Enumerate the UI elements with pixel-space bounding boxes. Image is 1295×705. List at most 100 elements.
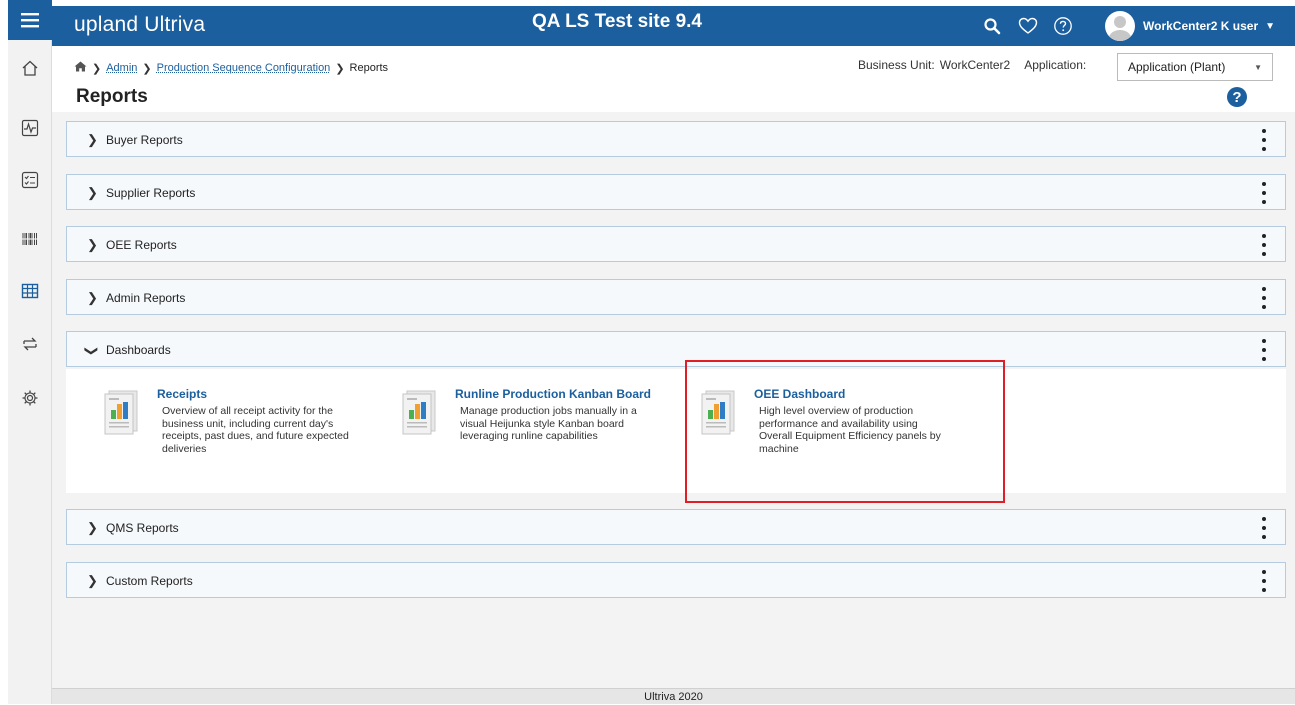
dashboard-title[interactable]: Runline Production Kanban Board (455, 387, 651, 401)
dashboard-card-receipts[interactable]: Receipts Overview of all receipt activit… (101, 387, 391, 477)
dashboard-description: Overview of all receipt activity for the… (162, 405, 372, 455)
top-header-bar: upland Ultriva QA LS Test site 9.4 WorkC… (52, 6, 1295, 46)
settings-gear-icon (22, 390, 38, 406)
description-line: visual Heijunka style Kanban board (460, 417, 625, 430)
barcode-icon (22, 233, 38, 245)
section-qms-reports[interactable]: ❯ QMS Reports (66, 509, 1286, 545)
description-line: business unit, including current day's (162, 417, 334, 430)
chevron-right-icon: ❯ (87, 290, 98, 305)
chevron-down-icon: ❯ (84, 345, 100, 357)
page-title: Reports (76, 86, 148, 107)
kebab-menu-icon[interactable] (1261, 517, 1267, 539)
business-unit-label: Business Unit: (858, 58, 935, 72)
exchange-arrows-icon (23, 337, 37, 351)
avatar (1105, 11, 1135, 41)
dashboards-panel: Receipts Overview of all receipt activit… (66, 369, 1286, 493)
dashboard-title[interactable]: Receipts (157, 387, 207, 401)
description-line: deliveries (162, 442, 207, 455)
reports-content: ❯ Buyer Reports ❯ Supplier Reports ❯ OEE… (52, 112, 1295, 688)
sidebar-item-checklist[interactable] (8, 165, 52, 195)
business-unit-value: WorkCenter2 (939, 58, 1011, 72)
section-title: QMS Reports (106, 521, 179, 535)
report-chart-icon (104, 390, 138, 435)
brand-logo[interactable]: upland Ultriva (74, 13, 205, 37)
section-admin-reports[interactable]: ❯ Admin Reports (66, 279, 1286, 315)
sidebar-item-barcode[interactable] (8, 224, 52, 254)
chevron-right-icon: ❯ (87, 573, 98, 588)
chevron-right-icon: ❯ (87, 132, 98, 147)
dashboard-description: Manage production jobs manually in a vis… (460, 405, 670, 443)
application-label: Application: (1024, 58, 1087, 72)
dashboard-card-oee[interactable]: OEE Dashboard High level overview of pro… (698, 387, 988, 477)
breadcrumb-production-sequence[interactable]: Production Sequence Configuration (157, 62, 331, 74)
help-button[interactable] (1051, 14, 1075, 38)
section-supplier-reports[interactable]: ❯ Supplier Reports (66, 174, 1286, 210)
home-breadcrumb-icon[interactable] (74, 61, 87, 75)
section-title: Buyer Reports (106, 133, 183, 147)
business-unit-area: Business Unit: WorkCenter2 Application: (858, 58, 1086, 72)
section-buyer-reports[interactable]: ❯ Buyer Reports (66, 121, 1286, 157)
hamburger-icon (21, 13, 39, 28)
sidebar-item-activity[interactable] (8, 113, 52, 143)
page-help-icon[interactable]: ? (1227, 87, 1247, 107)
section-title: Custom Reports (106, 574, 193, 588)
kebab-menu-icon[interactable] (1261, 287, 1267, 309)
description-line: leveraging runline capabilities (460, 430, 598, 442)
section-dashboards[interactable]: ❯ Dashboards (66, 331, 1286, 367)
chevron-right-icon: ❯ (87, 520, 98, 535)
checklist-icon (21, 171, 39, 189)
left-sidebar (8, 0, 52, 704)
kebab-menu-icon[interactable] (1261, 182, 1267, 204)
sidebar-item-exchange[interactable] (8, 329, 52, 359)
search-icon (984, 18, 1001, 35)
description-line: Manage production jobs manually in a (460, 405, 637, 417)
section-title: OEE Reports (106, 238, 177, 252)
application-select[interactable]: Application (Plant) ▼ (1117, 53, 1273, 81)
hamburger-menu-button[interactable] (8, 0, 52, 40)
user-menu[interactable]: WorkCenter2 K user ▼ (1105, 11, 1275, 41)
description-line: machine (759, 442, 799, 455)
report-chart-icon (701, 390, 735, 435)
activity-monitor-icon (21, 119, 39, 137)
home-icon (22, 60, 38, 76)
caret-down-icon: ▼ (1265, 20, 1276, 32)
section-oee-reports[interactable]: ❯ OEE Reports (66, 226, 1286, 262)
dashboard-card-runline-kanban[interactable]: Runline Production Kanban Board Manage p… (399, 387, 689, 477)
chevron-right-icon: ❯ (142, 62, 152, 75)
section-title: Admin Reports (106, 291, 186, 305)
help-circle-icon (1054, 17, 1072, 35)
description-line: High level overview of production (759, 405, 914, 417)
sidebar-item-reports[interactable] (8, 276, 52, 306)
description-line: Overall Equipment Efficiency panels by (759, 430, 941, 442)
breadcrumb: ❯ Admin ❯ Production Sequence Configurat… (74, 61, 388, 75)
section-title: Supplier Reports (106, 186, 196, 200)
section-custom-reports[interactable]: ❯ Custom Reports (66, 562, 1286, 598)
user-name: WorkCenter2 K user (1143, 19, 1259, 33)
breadcrumb-current: Reports (349, 62, 389, 74)
chevron-right-icon: ❯ (335, 62, 345, 75)
site-title: QA LS Test site 9.4 (532, 11, 702, 32)
chevron-right-icon: ❯ (92, 62, 102, 75)
description-line: performance and availability using (759, 417, 918, 430)
dashboard-title[interactable]: OEE Dashboard (754, 387, 845, 401)
sidebar-item-settings[interactable] (8, 383, 52, 413)
kebab-menu-icon[interactable] (1261, 570, 1267, 592)
kebab-menu-icon[interactable] (1261, 339, 1267, 361)
footer: Ultriva 2020 (52, 688, 1295, 704)
favorites-button[interactable] (1016, 14, 1040, 38)
section-title: Dashboards (106, 343, 171, 357)
description-line: Overview of all receipt activity for the (162, 405, 333, 417)
chevron-right-icon: ❯ (87, 237, 98, 252)
kebab-menu-icon[interactable] (1261, 129, 1267, 151)
dashboard-description: High level overview of production perfor… (759, 405, 969, 455)
chevron-right-icon: ❯ (87, 185, 98, 200)
reports-grid-icon (21, 283, 39, 299)
sidebar-item-home[interactable] (8, 53, 52, 83)
kebab-menu-icon[interactable] (1261, 234, 1267, 256)
heart-icon (1018, 17, 1038, 34)
caret-down-icon: ▼ (1254, 63, 1262, 72)
search-button[interactable] (980, 14, 1004, 38)
report-chart-icon (402, 390, 436, 435)
application-selected-value: Application (Plant) (1128, 60, 1226, 74)
breadcrumb-admin[interactable]: Admin (106, 62, 137, 74)
